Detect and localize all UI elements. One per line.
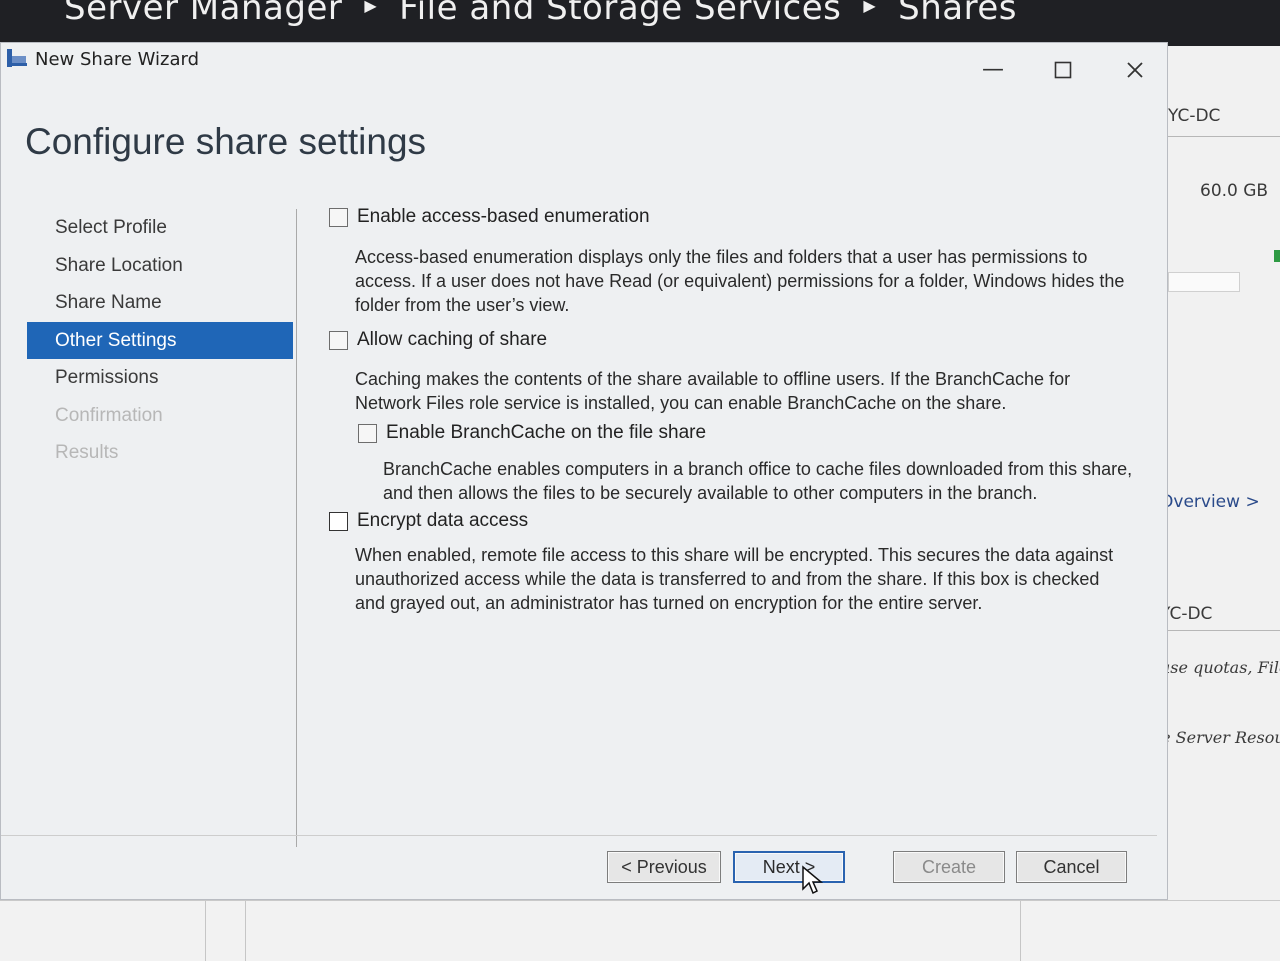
breadcrumb-server-manager[interactable]: Server Manager [64, 0, 342, 28]
nav-item-share-location[interactable]: Share Location [27, 247, 293, 285]
breadcrumb-separator-icon: ▶ [863, 0, 877, 15]
branchcache-checkbox[interactable] [358, 423, 377, 443]
caching-checkbox[interactable] [329, 330, 348, 350]
column-divider [245, 901, 246, 961]
caching-description: Caching makes the contents of the share … [355, 367, 1070, 415]
wizard-app-icon [7, 49, 27, 67]
abe-option[interactable]: Enable access-based enumeration [329, 206, 650, 228]
branchcache-desc-line: and then allows the files to be securely… [383, 483, 1038, 503]
page-heading: Configure share settings [25, 121, 427, 162]
nav-item-results: Results [55, 442, 119, 463]
wizard-nav: Select Profile Share Location Share Name… [27, 209, 293, 472]
encrypt-label[interactable]: Encrypt data access [357, 510, 528, 531]
abe-desc-line: Access-based enumeration displays only t… [355, 247, 1088, 267]
nav-item-share-name[interactable]: Share Name [27, 284, 293, 322]
encrypt-checkbox[interactable] [329, 511, 348, 531]
encrypt-desc-line: and grayed out, an administrator has tur… [355, 593, 983, 613]
background-server-panel: YC-DC 60.0 GB Overview > YC-DC use quota… [1150, 46, 1280, 960]
encrypt-option[interactable]: Encrypt data access [329, 510, 528, 532]
breadcrumb-shares: Shares [898, 0, 1017, 28]
status-marker [1274, 250, 1280, 262]
breadcrumb-file-storage[interactable]: File and Storage Services [399, 0, 841, 28]
mouse-cursor-icon [802, 865, 824, 895]
column-divider [1020, 901, 1021, 961]
caching-desc-line: Caching makes the contents of the share … [355, 369, 1071, 389]
window-title: New Share Wizard [35, 49, 200, 70]
close-icon[interactable] [1115, 53, 1155, 87]
title-bar: New Share Wizard — [1, 43, 1167, 83]
abe-label[interactable]: Enable access-based enumeration [357, 206, 650, 227]
background-table-strip [0, 900, 1280, 961]
previous-button[interactable]: < Previous [607, 851, 721, 883]
create-button: Create [893, 851, 1005, 883]
minimize-icon[interactable]: — [973, 53, 1013, 87]
quota-description: use quotas, File [1160, 658, 1280, 677]
nav-item-select-profile[interactable]: Select Profile [27, 209, 293, 247]
caching-desc-line: Network Files role service is installed,… [355, 393, 1007, 413]
new-share-wizard-dialog: New Share Wizard — Configure share setti… [0, 42, 1168, 900]
capacity-bar [1168, 272, 1240, 292]
breadcrumb: Server Manager ▶ File and Storage Services… [64, 0, 1017, 28]
branchcache-option[interactable]: Enable BranchCache on the file share [358, 422, 706, 444]
encrypt-desc-line: unauthorized access while the data is tr… [355, 569, 1100, 589]
overview-link[interactable]: Overview > [1160, 492, 1260, 512]
breadcrumb-separator-icon: ▶ [364, 0, 378, 15]
branchcache-description: BranchCache enables computers in a branc… [383, 457, 1132, 505]
server-manager-header: Server Manager ▶ File and Storage Services… [0, 0, 1280, 46]
server-name-label: YC-DC [1168, 106, 1221, 126]
encrypt-desc-line: When enabled, remote file access to this… [355, 545, 1114, 565]
nav-item-other-settings[interactable]: Other Settings [27, 321, 293, 359]
abe-checkbox[interactable] [329, 207, 348, 227]
nav-item-permissions[interactable]: Permissions [27, 359, 293, 397]
abe-desc-line: folder from the user’s view. [355, 295, 570, 315]
nav-item-confirmation: Confirmation [55, 404, 163, 426]
abe-desc-line: access. If a user does not have Read (or… [355, 271, 1125, 291]
abe-description: Access-based enumeration displays only t… [355, 245, 1124, 317]
encrypt-description: When enabled, remote file access to this… [355, 543, 1113, 615]
branchcache-desc-line: BranchCache enables computers in a branc… [383, 459, 1133, 479]
cancel-button[interactable]: Cancel [1016, 851, 1127, 883]
caching-label[interactable]: Allow caching of share [357, 329, 547, 350]
divider [1160, 630, 1280, 631]
branchcache-label[interactable]: Enable BranchCache on the file share [386, 422, 706, 443]
fsrm-description: le Server Resourc [1156, 728, 1280, 747]
next-button[interactable]: Next > [733, 851, 845, 883]
footer-divider [1, 835, 1157, 836]
column-divider [205, 901, 206, 961]
capacity-value: 60.0 GB [1200, 181, 1269, 201]
maximize-icon[interactable] [1043, 53, 1083, 87]
caching-option[interactable]: Allow caching of share [329, 329, 547, 351]
nav-divider [296, 209, 297, 847]
divider [1168, 136, 1280, 137]
